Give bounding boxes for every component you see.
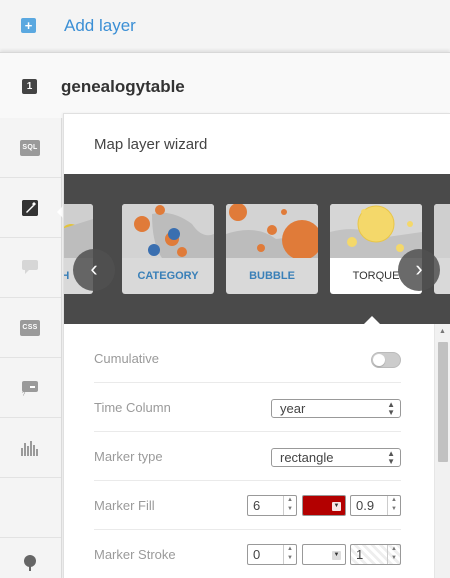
wizard-card-label: BUBBLE — [249, 270, 295, 282]
marker-stroke-color-swatch[interactable]: ▼ — [302, 544, 346, 565]
category-thumbnail — [122, 204, 214, 258]
marker-stroke-opacity-value: 1 — [356, 547, 364, 562]
marker-fill-opacity-input[interactable]: 0.9 ▲ ▼ — [350, 495, 401, 516]
carousel-prev-button[interactable]: ‹ — [73, 249, 115, 291]
chevron-left-icon: ‹ — [90, 256, 98, 281]
css-icon: CSS — [20, 320, 40, 336]
chevron-down-icon: ▼ — [332, 502, 341, 511]
spinner-icon[interactable]: ▲ ▼ — [387, 496, 400, 515]
scroll-thumb[interactable] — [438, 342, 448, 462]
pin-icon — [22, 554, 38, 572]
chevron-right-icon: › — [415, 256, 423, 281]
wizard-card-label: CATEGORY — [137, 270, 199, 282]
marker-fill-color-swatch[interactable]: ▼ — [302, 495, 346, 516]
marker-fill-size-value: 6 — [253, 498, 261, 513]
form-scrollbar[interactable]: ▲ — [434, 324, 450, 578]
wizard-brush-icon — [22, 200, 38, 216]
wizard-carousel: OPLETH CATEGORY BUBBLE TOR — [64, 174, 450, 324]
rail-item-empty — [0, 478, 61, 538]
rail-item-sql[interactable]: SQL — [0, 118, 61, 178]
row-time-column: Time Column year ▲ ▼ — [94, 383, 401, 432]
row-marker-type: Marker type rectangle ▲ ▼ — [94, 432, 401, 481]
plus-icon[interactable]: + — [21, 18, 36, 33]
marker-fill-size-input[interactable]: 6 ▲ ▼ — [247, 495, 297, 516]
infowindow-icon — [22, 260, 38, 274]
wizard-panel: Map layer wizard OPLETH CATEGORY — [63, 113, 450, 578]
bubble-thumbnail — [226, 204, 318, 260]
marker-type-label: Marker type — [94, 449, 163, 464]
marker-stroke-opacity-input[interactable]: 1 ▲ ▼ — [350, 544, 401, 565]
layer-tools-rail: SQL CSS ? — [0, 118, 62, 578]
rail-item-pin[interactable] — [0, 538, 61, 578]
app-root: + Add layer 1 genealogytable SQL CSS ? M… — [0, 0, 450, 578]
time-column-label: Time Column — [94, 400, 171, 415]
row-marker-stroke: Marker Stroke 0 ▲ ▼ ▼ 1 ▲ ▼ — [94, 530, 401, 578]
time-column-select[interactable]: year ▲ ▼ — [271, 399, 401, 418]
torque-thumbnail — [330, 204, 422, 258]
rail-item-infowindow[interactable] — [0, 238, 61, 298]
add-layer-bar[interactable]: + Add layer — [0, 0, 450, 52]
svg-text:?: ? — [22, 392, 26, 396]
cumulative-label: Cumulative — [94, 351, 160, 366]
selected-card-pointer — [364, 316, 380, 324]
carousel-next-button[interactable]: › — [398, 249, 440, 291]
marker-stroke-width-input[interactable]: 0 ▲ ▼ — [247, 544, 297, 565]
toggle-knob — [373, 354, 385, 366]
next-thumbnail — [434, 204, 450, 258]
select-caret-icon: ▲ ▼ — [387, 449, 395, 466]
legend-icon: ? — [21, 380, 39, 398]
chevron-down-icon: ▼ — [332, 551, 341, 560]
add-layer-link[interactable]: Add layer — [64, 16, 136, 36]
spinner-icon[interactable]: ▲ ▼ — [283, 496, 296, 515]
spinner-icon[interactable]: ▲ ▼ — [387, 545, 400, 564]
row-cumulative: Cumulative — [94, 334, 401, 383]
wizard-card-category[interactable]: CATEGORY — [122, 204, 214, 294]
spinner-icon[interactable]: ▲ ▼ — [283, 545, 296, 564]
marker-type-select[interactable]: rectangle ▲ ▼ — [271, 448, 401, 467]
panel-title: Map layer wizard — [94, 136, 208, 153]
marker-fill-opacity-value: 0.9 — [356, 498, 375, 513]
time-column-value: year — [280, 401, 306, 416]
marker-type-value: rectangle — [280, 450, 334, 465]
layer-header[interactable]: 1 genealogytable — [0, 52, 450, 118]
rail-item-legend[interactable]: ? — [0, 358, 61, 418]
rail-item-histogram[interactable] — [0, 418, 61, 478]
cumulative-toggle[interactable] — [371, 352, 401, 368]
rail-item-css[interactable]: CSS — [0, 298, 61, 358]
wizard-form: Cumulative Time Column year ▲ ▼ Marker ty… — [64, 324, 434, 578]
layer-number-badge: 1 — [22, 79, 37, 94]
sql-icon: SQL — [20, 140, 40, 156]
select-caret-icon: ▲ ▼ — [387, 400, 395, 417]
histogram-icon — [20, 440, 40, 456]
layer-title[interactable]: genealogytable — [61, 77, 185, 97]
marker-fill-label: Marker Fill — [94, 498, 155, 513]
wizard-card-bubble[interactable]: BUBBLE — [226, 204, 318, 294]
marker-stroke-width-value: 0 — [253, 547, 261, 562]
rail-item-wizard[interactable] — [0, 178, 61, 238]
row-marker-fill: Marker Fill 6 ▲ ▼ ▼ 0.9 ▲ ▼ — [94, 481, 401, 530]
marker-stroke-label: Marker Stroke — [94, 547, 176, 562]
scroll-up-icon[interactable]: ▲ — [439, 328, 446, 335]
